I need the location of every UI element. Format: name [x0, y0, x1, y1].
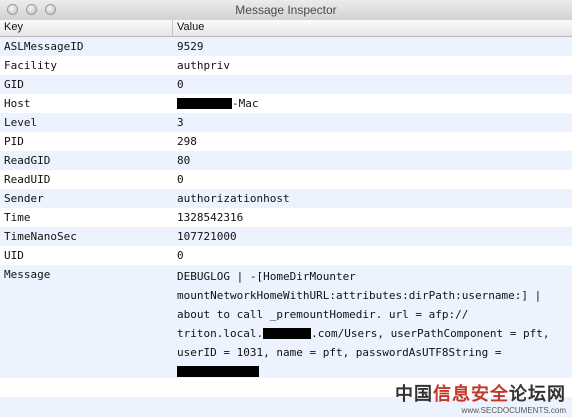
table-row[interactable]: Level 3: [0, 113, 572, 132]
row-value: authorizationhost: [177, 192, 290, 205]
message-value: DEBUGLOG | -[HomeDirMounter mountNetwork…: [177, 267, 550, 381]
row-value: 298: [177, 135, 197, 148]
column-header-key[interactable]: Key: [4, 21, 23, 33]
table-row-message[interactable]: Message DEBUGLOG | -[HomeDirMounter moun…: [0, 265, 572, 379]
message-line: about to call _premountHomedir. url = af…: [177, 308, 469, 321]
row-key: ReadGID: [4, 154, 51, 167]
row-key: Facility: [4, 59, 57, 72]
row-key: Level: [4, 116, 38, 129]
column-header-value[interactable]: Value: [177, 21, 204, 33]
row-value: 9529: [177, 40, 204, 53]
redaction-bar: [263, 328, 312, 339]
message-line-url: triton.local. .com/Users, userPathCompone…: [177, 324, 550, 343]
row-value: 0: [177, 249, 184, 262]
table-row[interactable]: ReadGID 80: [0, 151, 572, 170]
row-value: 3: [177, 116, 184, 129]
row-value: 1328542316: [177, 211, 244, 224]
watermark-text: 中国信息安全论坛网: [395, 384, 566, 404]
table-row[interactable]: Host -Mac: [0, 94, 572, 113]
row-key: UID: [4, 249, 24, 262]
row-key: TimeNanoSec: [4, 230, 77, 243]
message-line: DEBUGLOG | -[HomeDirMounter: [177, 270, 356, 283]
watermark: 中国信息安全论坛网 www.SECDOCUMENTS.com: [395, 380, 566, 415]
row-key: PID: [4, 135, 24, 148]
message-table[interactable]: ASLMessageID 9529 Facility authpriv GID …: [0, 37, 572, 379]
row-key: Message: [4, 268, 51, 281]
row-key: ReadUID: [4, 173, 51, 186]
row-value: 107721000: [177, 230, 237, 243]
table-row[interactable]: ASLMessageID 9529: [0, 37, 572, 56]
row-key: ASLMessageID: [4, 40, 84, 53]
redaction-bar: [177, 98, 232, 109]
table-row[interactable]: Sender authorizationhost: [0, 189, 572, 208]
message-line: mountNetworkHomeWithURL:attributes:dirPa…: [177, 289, 542, 302]
table-row[interactable]: Facility authpriv: [0, 56, 572, 75]
url-suffix: .com/Users, userPathComponent = pft,: [311, 327, 550, 340]
row-value: authpriv: [177, 59, 230, 72]
table-row[interactable]: GID 0: [0, 75, 572, 94]
row-value-host: -Mac: [177, 94, 259, 113]
row-key: GID: [4, 78, 24, 91]
title-bar[interactable]: Message Inspector: [0, 0, 572, 21]
row-value: 80: [177, 154, 191, 167]
table-row[interactable]: ReadUID 0: [0, 170, 572, 189]
row-key: Time: [4, 211, 31, 224]
message-inspector-window: Message Inspector Key Value ASLMessageID…: [0, 0, 572, 417]
table-row[interactable]: TimeNanoSec 107721000: [0, 227, 572, 246]
watermark-url: www.SECDOCUMENTS.com: [461, 406, 566, 415]
row-value: 0: [177, 78, 184, 91]
table-row[interactable]: UID 0: [0, 246, 572, 265]
host-suffix: -Mac: [232, 97, 259, 110]
redaction-bar: [177, 366, 259, 377]
url-prefix: triton.local.: [177, 327, 264, 340]
window-title: Message Inspector: [235, 3, 337, 17]
row-key: Sender: [4, 192, 44, 205]
column-divider[interactable]: [172, 20, 173, 36]
message-line: userID = 1031, name = pft, passwordAsUTF…: [177, 346, 502, 359]
table-row[interactable]: PID 298: [0, 132, 572, 151]
table-row[interactable]: Time 1328542316: [0, 208, 572, 227]
row-key: Host: [4, 97, 31, 110]
table-header: Key Value: [0, 20, 572, 37]
row-value: 0: [177, 173, 184, 186]
